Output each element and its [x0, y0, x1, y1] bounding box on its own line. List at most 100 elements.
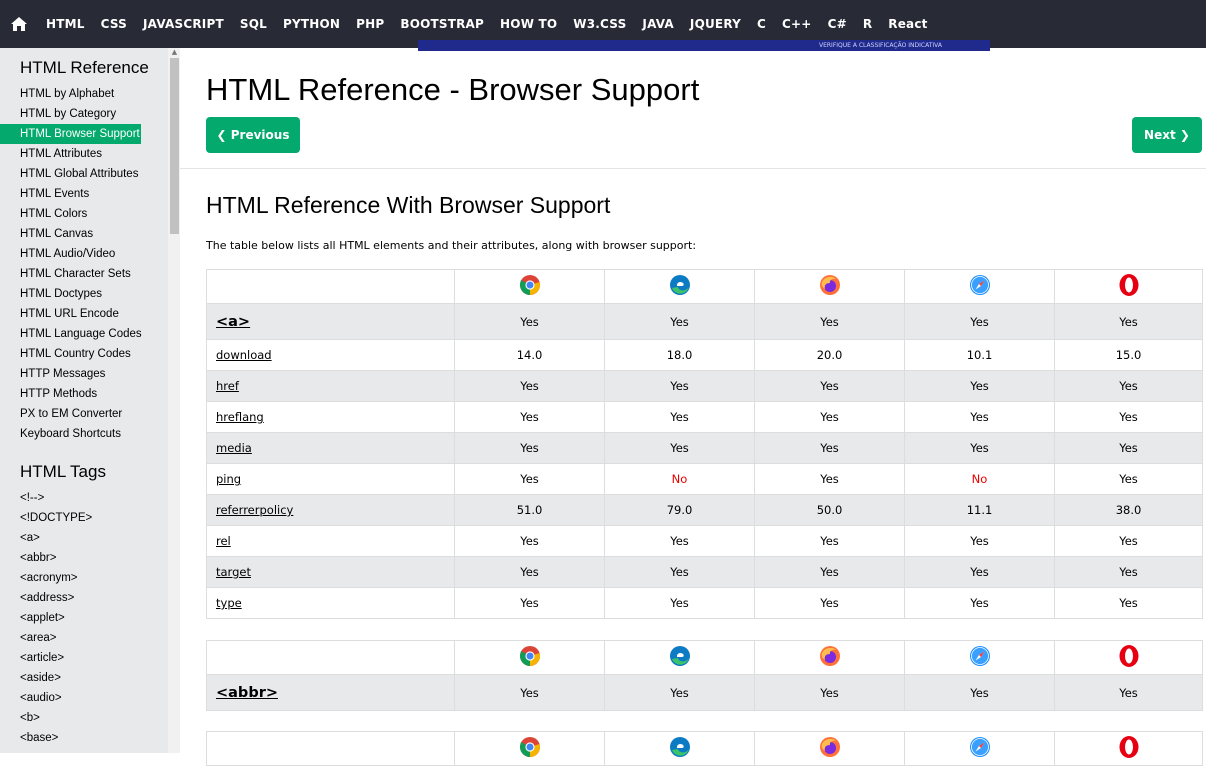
nav-item-javascript[interactable]: JAVASCRIPT	[135, 0, 232, 48]
support-value: Yes	[1054, 432, 1203, 464]
chrome-icon	[519, 645, 541, 670]
nav-item-php[interactable]: PHP	[348, 0, 392, 48]
scroll-up-arrow-icon[interactable]: ▲	[170, 48, 179, 56]
support-value: Yes	[604, 303, 755, 340]
sidebar-link[interactable]: HTML Events	[0, 184, 141, 204]
attribute-row: download 14.0 18.0 20.0 10.1 15.0	[206, 339, 1203, 371]
attribute-link[interactable]: target	[216, 565, 251, 579]
sidebar-link[interactable]: HTML Browser Support	[0, 124, 141, 144]
attribute-link[interactable]: rel	[216, 534, 231, 548]
sidebar-link[interactable]: <a>	[0, 528, 141, 548]
attribute-row: referrerpolicy 51.0 79.0 50.0 11.1 38.0	[206, 494, 1203, 526]
element-link[interactable]: <a>	[216, 314, 250, 330]
support-value: Yes	[754, 556, 905, 588]
browser-header-cell	[754, 640, 905, 675]
attribute-link[interactable]: hreflang	[216, 410, 264, 424]
browser-header-row	[206, 731, 1203, 766]
sidebar-heading-tags: HTML Tags	[20, 462, 106, 481]
support-value: 10.1	[904, 339, 1055, 371]
support-value: 18.0	[604, 339, 755, 371]
sidebar-link[interactable]: HTTP Methods	[0, 384, 141, 404]
sidebar-link[interactable]: <base>	[0, 728, 141, 748]
support-value: Yes	[604, 525, 755, 557]
sidebar: HTML Reference HTML by Alphabet HTML by C…	[0, 48, 180, 753]
sidebar-link[interactable]: HTML Audio/Video	[0, 244, 141, 264]
sidebar-link[interactable]: HTML by Alphabet	[0, 84, 141, 104]
sidebar-link[interactable]: HTML Attributes	[0, 144, 141, 164]
ad-banner[interactable]: VERIFIQUE A CLASSIFICAÇÃO INDICATIVA	[418, 40, 990, 51]
support-value: 15.0	[1054, 339, 1203, 371]
support-value: Yes	[904, 401, 1055, 433]
next-button[interactable]: Next ❯	[1132, 117, 1202, 153]
attribute-name-cell: download	[206, 339, 455, 371]
support-value: Yes	[754, 674, 905, 711]
sidebar-link[interactable]: <acronym>	[0, 568, 141, 588]
sidebar-link[interactable]: <address>	[0, 588, 141, 608]
support-value: Yes	[904, 525, 1055, 557]
attribute-link[interactable]: download	[216, 348, 272, 362]
sidebar-link[interactable]: <!-->	[0, 488, 141, 508]
browser-header-cell	[454, 269, 605, 304]
sidebar-link[interactable]: HTML Country Codes	[0, 344, 141, 364]
support-value: Yes	[904, 432, 1055, 464]
attribute-row: hreflang Yes Yes Yes Yes Yes	[206, 401, 1203, 433]
sidebar-reference-list: HTML by Alphabet HTML by Category HTML Bro…	[0, 84, 180, 444]
sidebar-link[interactable]: PX to EM Converter	[0, 404, 141, 424]
sidebar-link[interactable]: HTML Colors	[0, 204, 141, 224]
attribute-link[interactable]: ping	[216, 472, 241, 486]
sidebar-link[interactable]: <!DOCTYPE>	[0, 508, 141, 528]
support-value: 50.0	[754, 494, 905, 526]
edge-icon	[669, 645, 691, 670]
support-value: Yes	[904, 556, 1055, 588]
attribute-link[interactable]: type	[216, 596, 242, 610]
support-value: Yes	[454, 370, 605, 402]
element-row: <abbr> Yes Yes Yes Yes Yes	[206, 674, 1203, 711]
attribute-name-cell: referrerpolicy	[206, 494, 455, 526]
attribute-link[interactable]: referrerpolicy	[216, 503, 293, 517]
sidebar-link[interactable]: <applet>	[0, 608, 141, 628]
nav-item-css[interactable]: CSS	[93, 0, 135, 48]
browser-header-cell	[904, 640, 1055, 675]
sidebar-link[interactable]: <audio>	[0, 688, 141, 708]
support-value: Yes	[754, 587, 905, 619]
attribute-name-cell: hreflang	[206, 401, 455, 433]
sidebar-link[interactable]: HTML Canvas	[0, 224, 141, 244]
opera-icon	[1118, 735, 1140, 762]
sidebar-link[interactable]: HTML Global Attributes	[0, 164, 141, 184]
header-blank-cell	[206, 731, 455, 766]
sidebar-link[interactable]: HTTP Messages	[0, 364, 141, 384]
sidebar-link[interactable]: HTML Language Codes	[0, 324, 142, 344]
page-title: HTML Reference - Browser Support	[206, 72, 700, 107]
sidebar-link[interactable]: HTML Doctypes	[0, 284, 141, 304]
attribute-link[interactable]: href	[216, 379, 239, 393]
browser-header-cell	[754, 731, 905, 766]
nav-item-sql[interactable]: SQL	[232, 0, 275, 48]
sidebar-link[interactable]: <aside>	[0, 668, 141, 688]
nav-item-html[interactable]: HTML	[38, 0, 93, 48]
sidebar-link[interactable]: <article>	[0, 648, 141, 668]
support-value: 11.1	[904, 494, 1055, 526]
sidebar-link[interactable]: <abbr>	[0, 548, 141, 568]
browser-header-cell	[754, 269, 905, 304]
support-value: Yes	[754, 432, 905, 464]
sidebar-link[interactable]: <b>	[0, 708, 141, 728]
sidebar-link[interactable]: <area>	[0, 628, 141, 648]
sidebar-scroll-thumb[interactable]	[170, 58, 179, 234]
attribute-row: ping Yes No Yes No Yes	[206, 463, 1203, 495]
opera-icon	[1118, 273, 1140, 300]
support-value: Yes	[904, 674, 1055, 711]
home-icon[interactable]	[0, 17, 38, 31]
previous-button[interactable]: ❮ Previous	[206, 117, 300, 153]
attribute-link[interactable]: media	[216, 441, 252, 455]
sidebar-link[interactable]: Keyboard Shortcuts	[0, 424, 141, 444]
element-link[interactable]: <abbr>	[216, 685, 278, 701]
element-name-cell: <abbr>	[206, 674, 455, 711]
sidebar-link[interactable]: HTML URL Encode	[0, 304, 141, 324]
sidebar-heading-reference: HTML Reference	[20, 58, 149, 77]
nav-item-python[interactable]: PYTHON	[275, 0, 348, 48]
header-blank-cell	[206, 269, 455, 304]
edge-icon	[669, 736, 691, 761]
sidebar-link[interactable]: HTML Character Sets	[0, 264, 141, 284]
firefox-icon	[819, 274, 841, 299]
sidebar-link[interactable]: HTML by Category	[0, 104, 141, 124]
